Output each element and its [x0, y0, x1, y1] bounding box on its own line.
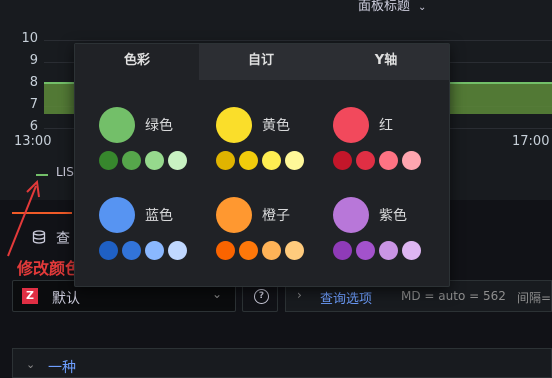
annotation-label: 修改颜色	[17, 259, 82, 278]
datasource-name: 默认	[52, 291, 80, 307]
x-tick-label: 17:00	[512, 134, 550, 149]
datasource-logo-icon: Z	[22, 288, 38, 304]
panel-title-text: 面板标题	[358, 0, 411, 14]
color-swatch-shade[interactable]	[168, 241, 187, 260]
max-datapoints-text: MD = auto = 562	[401, 289, 506, 303]
tab-colors[interactable]: 色彩	[75, 44, 199, 80]
x-tick-label: 13:00	[14, 134, 52, 149]
y-tick-label: 10	[21, 31, 38, 46]
y-tick-label: 9	[29, 53, 38, 68]
color-swatch-shade[interactable]	[262, 151, 281, 170]
color-swatch-shade[interactable]	[99, 151, 118, 170]
color-swatch-shade[interactable]	[333, 151, 352, 170]
color-swatch-main[interactable]	[216, 107, 252, 143]
color-swatch-main[interactable]	[333, 107, 369, 143]
color-swatch-shade[interactable]	[285, 241, 304, 260]
color-swatch-main[interactable]	[99, 197, 135, 233]
y-tick-label: 6	[29, 119, 38, 134]
color-swatch-main[interactable]	[216, 197, 252, 233]
interval-text: 间隔=	[517, 291, 552, 305]
query-row[interactable]	[12, 348, 552, 378]
color-swatch-main[interactable]	[333, 197, 369, 233]
color-swatch-shade[interactable]	[216, 241, 235, 260]
chevron-down-icon[interactable]: ⌄	[26, 358, 35, 371]
color-swatch-shade[interactable]	[333, 241, 352, 260]
color-swatch-shade[interactable]	[239, 151, 258, 170]
color-swatch-shade[interactable]	[356, 241, 375, 260]
color-group-label: 橙子	[262, 208, 290, 224]
color-swatch-shade[interactable]	[285, 151, 304, 170]
color-group-label: 绿色	[145, 118, 173, 134]
color-swatch-shade[interactable]	[402, 151, 421, 170]
color-swatch-shade[interactable]	[379, 151, 398, 170]
color-swatch-shade[interactable]	[168, 151, 187, 170]
chevron-right-icon: ›	[297, 288, 302, 302]
color-group-label: 紫色	[379, 208, 407, 224]
question-icon: ?	[254, 289, 269, 304]
query-options-link[interactable]: 查询选项	[320, 288, 372, 307]
query-row-label[interactable]: 一种	[48, 357, 76, 377]
color-swatch-shade[interactable]	[216, 151, 235, 170]
color-swatch-shade[interactable]	[402, 241, 421, 260]
panel-title-menu[interactable]: 面板标题 ⌄	[358, 0, 426, 14]
color-swatch-shade[interactable]	[239, 241, 258, 260]
color-swatch-shade[interactable]	[122, 151, 141, 170]
color-swatch-shade[interactable]	[99, 241, 118, 260]
color-swatch-shade[interactable]	[145, 241, 164, 260]
grid-line	[44, 40, 552, 41]
color-swatch-shade[interactable]	[122, 241, 141, 260]
color-group-label: 红	[379, 118, 393, 134]
color-swatch-shade[interactable]	[262, 241, 281, 260]
color-swatch-main[interactable]	[99, 107, 135, 143]
tab-y-axis[interactable]: Y轴	[323, 44, 449, 80]
y-tick-label: 7	[29, 97, 38, 112]
color-group-label: 黄色	[262, 118, 290, 134]
y-tick-label: 8	[29, 75, 38, 90]
color-swatch-shade[interactable]	[145, 151, 164, 170]
color-swatch-shade[interactable]	[379, 241, 398, 260]
chevron-down-icon: ⌄	[418, 2, 427, 13]
tab-custom[interactable]: 自订	[199, 44, 323, 80]
color-group-label: 蓝色	[145, 208, 173, 224]
chevron-down-icon: ⌄	[212, 287, 223, 301]
color-swatch-shade[interactable]	[356, 151, 375, 170]
